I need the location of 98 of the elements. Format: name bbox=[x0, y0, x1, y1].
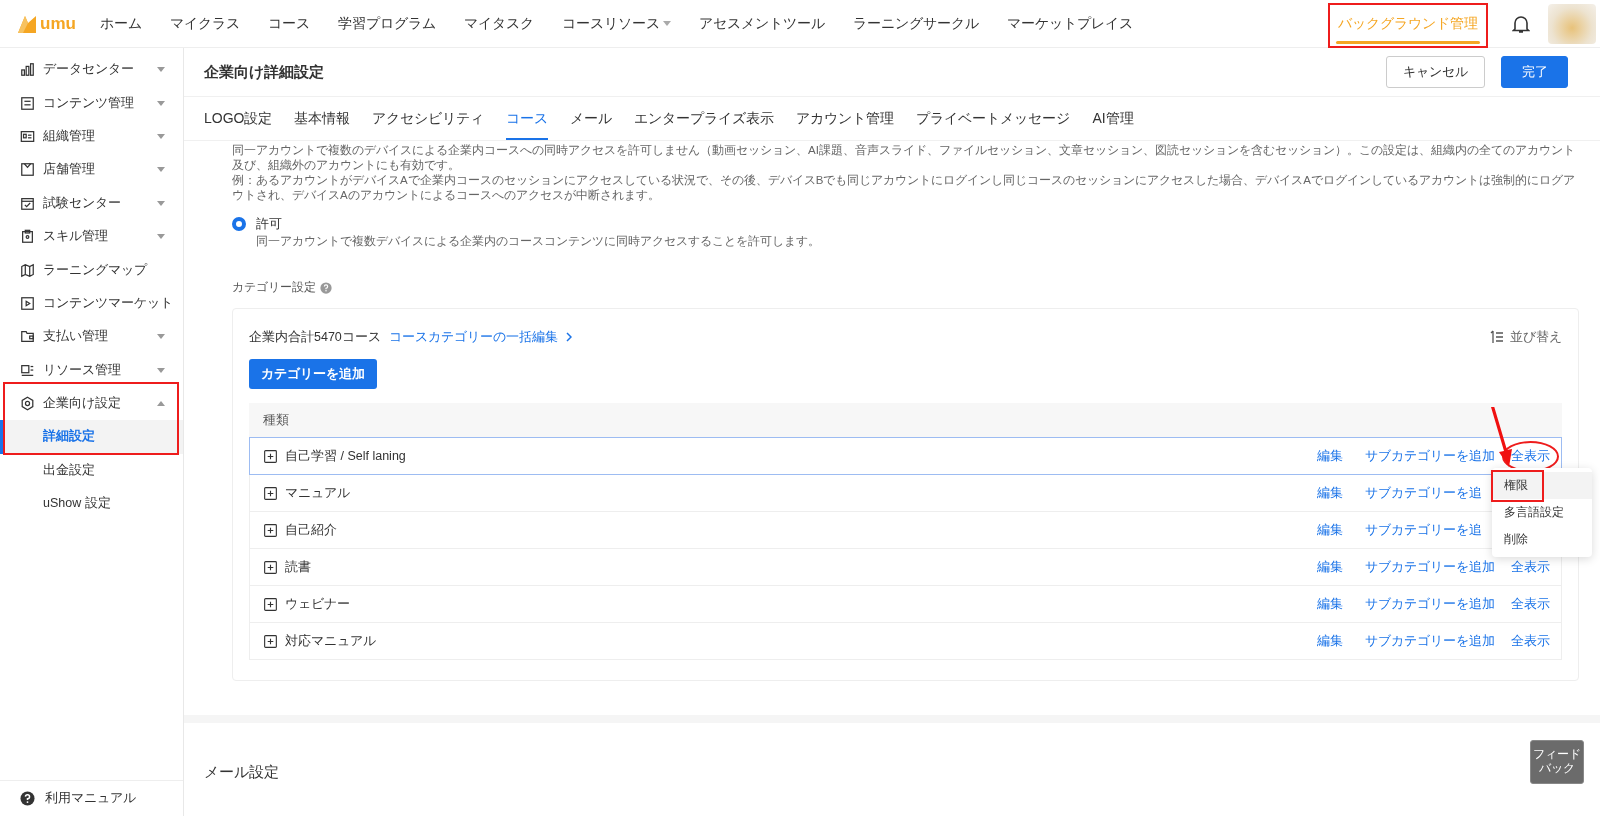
sidebar-item[interactable]: 支払い管理 bbox=[0, 320, 183, 354]
nav-link[interactable]: コースリソース bbox=[561, 0, 671, 47]
row-action-link[interactable]: 全表示 bbox=[1511, 596, 1550, 611]
sidebar-item[interactable]: スキル管理 bbox=[0, 219, 183, 254]
row-action-link[interactable]: 全表示 bbox=[1511, 633, 1550, 648]
sidebar-item[interactable]: 企業向け設定 bbox=[0, 386, 183, 421]
help-icon bbox=[20, 790, 35, 806]
row-action-link[interactable]: 編集 bbox=[1317, 522, 1343, 537]
expand-icon[interactable] bbox=[264, 560, 277, 574]
feedback-button[interactable]: フィードバック bbox=[1530, 740, 1584, 784]
sidebar-item[interactable]: 試験センター bbox=[0, 186, 183, 220]
sidebar-item[interactable]: コンテンツ管理 bbox=[0, 86, 183, 120]
caret-icon bbox=[662, 21, 671, 26]
grid-list-icon bbox=[20, 362, 35, 378]
tab[interactable]: アカウント管理 bbox=[796, 97, 895, 140]
help-link[interactable]: 利用マニュアル bbox=[45, 789, 136, 807]
id-card-icon bbox=[20, 128, 35, 144]
row-action-link[interactable]: 編集 bbox=[1317, 596, 1343, 611]
nav-link[interactable]: ホーム bbox=[99, 0, 142, 47]
row-action-link[interactable]: サブカテゴリーを追 bbox=[1365, 485, 1482, 500]
bar-chart-icon bbox=[20, 62, 35, 78]
expand-icon[interactable] bbox=[264, 486, 277, 500]
sidebar-item[interactable]: ラーニングマップ bbox=[0, 253, 183, 287]
sidebar-item[interactable]: コンテンツマーケット bbox=[0, 286, 183, 321]
sort-button[interactable]: 並び替え bbox=[1490, 328, 1562, 346]
row-action-link[interactable]: 編集 bbox=[1317, 485, 1343, 500]
add-category-button[interactable]: カテゴリーを追加 bbox=[249, 359, 377, 389]
nav-link[interactable]: マイタスク bbox=[463, 0, 534, 47]
option-label: 許可 bbox=[256, 216, 283, 233]
table-row[interactable]: 対応マニュアル 編集 サブカテゴリーを追加 全表示 bbox=[249, 623, 1562, 660]
tab[interactable]: エンタープライズ表示 bbox=[634, 97, 775, 140]
row-action-link[interactable]: 編集 bbox=[1317, 559, 1343, 574]
list-icon bbox=[20, 95, 35, 111]
tab[interactable]: アクセシビリティ bbox=[372, 97, 485, 140]
nav-link[interactable]: コース bbox=[267, 0, 310, 47]
section-title: メール設定 bbox=[204, 763, 279, 782]
row-action-link[interactable]: 編集 bbox=[1317, 448, 1343, 463]
logo-text: umu bbox=[40, 13, 76, 34]
category-name: 自己学習 / Self laning bbox=[285, 447, 406, 465]
tab[interactable]: メール bbox=[570, 97, 613, 140]
row-action-link[interactable]: サブカテゴリーを追加 bbox=[1365, 633, 1495, 648]
expand-icon[interactable] bbox=[264, 597, 277, 611]
option-description: 同一アカウントで複数デバイスによる企業内のコースコンテンツに同時アクセスすることを許可します。 bbox=[256, 234, 820, 249]
chevron-icon bbox=[565, 332, 572, 342]
row-action-link[interactable]: 編集 bbox=[1317, 633, 1343, 648]
row-action-link[interactable]: サブカテゴリーを追加 bbox=[1365, 448, 1495, 463]
sidebar-subitem[interactable]: 出金設定 bbox=[0, 453, 183, 488]
nav-link[interactable]: ラーニングサークル bbox=[852, 0, 979, 47]
row-action-link[interactable]: サブカテゴリーを追加 bbox=[1365, 596, 1495, 611]
clipboard-icon bbox=[20, 229, 35, 245]
section-title: カテゴリー設定 bbox=[232, 279, 316, 296]
nav-link[interactable]: マイクラス bbox=[169, 0, 240, 47]
category-name: 自己紹介 bbox=[285, 521, 337, 539]
category-name: 読書 bbox=[285, 558, 311, 576]
nav-link[interactable]: アセスメントツール bbox=[698, 0, 825, 47]
sort-icon bbox=[1490, 330, 1504, 344]
sidebar-subitem[interactable]: uShow 設定 bbox=[0, 487, 183, 521]
tab[interactable]: AI管理 bbox=[1092, 97, 1134, 140]
radio-button[interactable] bbox=[232, 217, 246, 231]
category-name: マニュアル bbox=[285, 484, 350, 502]
category-name: ウェビナー bbox=[285, 595, 350, 613]
description-text: 例：あるアカウントがデバイスAで企業内コースのセッションにアクセスしている状況で、その後、デバイスBでも同じアカウントにログインし同じコースのセッションにアクセスした場合、デバイスAでログインしているアカウントは強制的にログアウトされ、デバイスAのアカウントによるコースへのアクセスが中断されます。 bbox=[232, 173, 1576, 203]
column-header: 種類 bbox=[263, 411, 289, 429]
calendar-icon bbox=[20, 162, 35, 178]
done-button[interactable]: 完了 bbox=[1501, 56, 1568, 88]
row-action-link[interactable]: サブカテゴリーを追 bbox=[1365, 522, 1482, 537]
row-action-link[interactable]: 全表示 bbox=[1511, 559, 1550, 574]
sidebar-item[interactable]: 店舗管理 bbox=[0, 153, 183, 187]
help-icon[interactable] bbox=[320, 281, 332, 294]
expand-icon[interactable] bbox=[264, 523, 277, 537]
tab[interactable]: プライベートメッセージ bbox=[916, 97, 1071, 140]
menu-item[interactable]: 権限 bbox=[1492, 472, 1592, 499]
category-name: 対応マニュアル bbox=[285, 632, 376, 650]
sidebar-item[interactable]: リソース管理 bbox=[0, 353, 183, 387]
expand-icon[interactable] bbox=[264, 634, 277, 648]
folder-icon bbox=[20, 329, 35, 345]
table-row[interactable]: ウェビナー 編集 サブカテゴリーを追加 全表示 bbox=[249, 586, 1562, 623]
nav-link[interactable]: 学習プログラム bbox=[337, 0, 436, 47]
nav-link[interactable]: マーケットプレイス bbox=[1006, 0, 1133, 47]
cancel-button[interactable]: キャンセル bbox=[1386, 56, 1485, 88]
sidebar-item[interactable]: 組織管理 bbox=[0, 119, 183, 154]
sidebar-item[interactable]: データセンター bbox=[0, 53, 183, 87]
tab[interactable]: LOGO設定 bbox=[204, 97, 273, 140]
bulk-edit-link[interactable]: コースカテゴリーの一括編集 bbox=[388, 328, 558, 346]
hexagon-icon bbox=[20, 396, 35, 412]
notification-icon[interactable] bbox=[1512, 13, 1530, 34]
tab[interactable]: 基本情報 bbox=[294, 97, 351, 140]
tab[interactable]: コース bbox=[506, 97, 549, 140]
description-text: 同一アカウントで複数のデバイスによる企業内コースへの同時アクセスを許可しません（動画セッション、AI課題、音声スライド、ファイルセッション、文章セッション、図読セッションを含むセッション）。この設定は、組織内の全てのアカウント及び、組織外のアカウントにも有効です。 bbox=[232, 143, 1576, 173]
sidebar-subitem[interactable]: 詳細設定 bbox=[0, 420, 183, 454]
course-count: 企業内合計5470コース bbox=[249, 328, 381, 346]
map-icon bbox=[20, 262, 35, 278]
row-action-link[interactable]: サブカテゴリーを追加 bbox=[1365, 559, 1495, 574]
play-icon bbox=[20, 295, 35, 311]
page-title: 企業向け詳細設定 bbox=[204, 62, 324, 82]
checklist-icon bbox=[20, 195, 35, 211]
annotation-frame bbox=[1491, 470, 1544, 502]
expand-icon[interactable] bbox=[264, 449, 277, 463]
